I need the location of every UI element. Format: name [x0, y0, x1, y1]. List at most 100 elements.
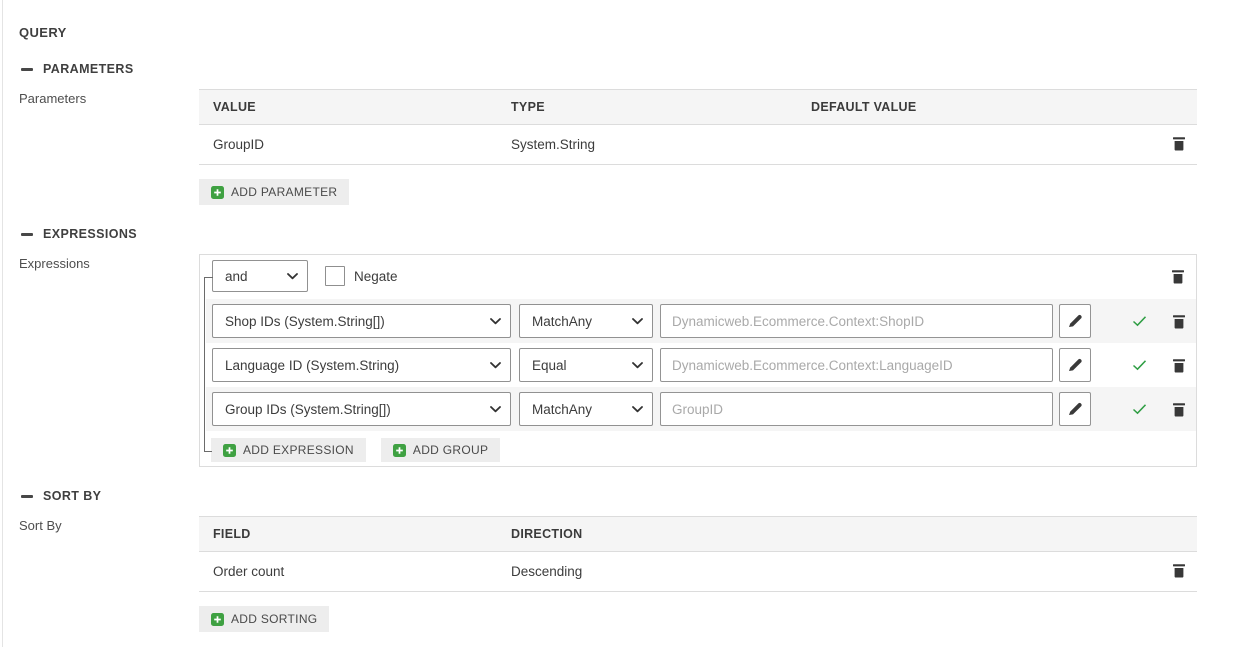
delete-expression-button[interactable] — [1172, 313, 1186, 329]
parameter-row: GroupID System.String — [199, 125, 1197, 165]
sortby-side-label: Sort By — [3, 516, 199, 632]
add-sorting-button[interactable]: ADD SORTING — [199, 606, 329, 632]
edit-value-button[interactable] — [1059, 348, 1091, 382]
column-header-actions — [1147, 90, 1197, 125]
sortby-table-header-row: FIELD DIRECTION — [199, 517, 1197, 552]
expression-operator-select[interactable]: MatchAny — [519, 392, 653, 426]
expressions-side-label: Expressions — [3, 254, 199, 467]
sortby-table: FIELD DIRECTION Order count Descending — [199, 516, 1197, 592]
trash-icon — [1172, 313, 1186, 329]
trash-icon — [1172, 562, 1186, 578]
expression-value-input[interactable] — [660, 348, 1053, 382]
add-sorting-label: ADD SORTING — [231, 612, 317, 626]
column-header-default-value: DEFAULT VALUE — [797, 90, 1147, 125]
trash-icon — [1172, 135, 1186, 151]
chevron-down-icon — [490, 362, 501, 369]
expression-operator-select[interactable]: MatchAny — [519, 304, 653, 338]
delete-group-button[interactable] — [1171, 268, 1185, 284]
parameters-section-title: PARAMETERS — [43, 62, 134, 76]
parameter-default-cell — [797, 125, 1147, 165]
expressions-section-header: EXPRESSIONS — [21, 227, 1234, 241]
plus-icon — [223, 444, 236, 457]
negate-checkbox[interactable] — [325, 266, 345, 286]
parameters-section-header: PARAMETERS — [21, 62, 1234, 76]
plus-icon — [393, 444, 406, 457]
expression-valid-indicator — [1132, 315, 1147, 327]
parameter-type-cell: System.String — [497, 125, 797, 165]
expression-operator-select[interactable]: Equal — [519, 348, 653, 382]
expression-field-value: Shop IDs (System.String[]) — [225, 314, 385, 329]
expression-group-panel: and Negate Shop IDs — [199, 254, 1197, 467]
expression-rows: Shop IDs (System.String[]) MatchAny — [200, 299, 1196, 431]
chevron-down-icon — [287, 273, 298, 280]
expression-field-select[interactable]: Group IDs (System.String[]) — [212, 392, 511, 426]
column-header-direction: DIRECTION — [497, 517, 1147, 552]
group-operator-value: and — [225, 269, 248, 284]
check-icon — [1132, 315, 1147, 327]
column-header-field: FIELD — [199, 517, 497, 552]
expression-field-select[interactable]: Language ID (System.String) — [212, 348, 511, 382]
column-header-value: VALUE — [199, 90, 497, 125]
chevron-down-icon — [490, 406, 501, 413]
pencil-icon — [1068, 402, 1082, 416]
expression-value-input[interactable] — [660, 304, 1053, 338]
add-group-label: ADD GROUP — [413, 443, 488, 457]
pencil-icon — [1068, 358, 1082, 372]
pencil-icon — [1068, 314, 1082, 328]
add-parameter-label: ADD PARAMETER — [231, 185, 337, 199]
sortby-section-header: SORT BY — [21, 489, 1234, 503]
page-title: QUERY — [19, 25, 1234, 40]
collapse-minus-icon[interactable] — [21, 495, 33, 498]
group-tree-line — [204, 277, 205, 451]
sortby-section-title: SORT BY — [43, 489, 101, 503]
expressions-section-title: EXPRESSIONS — [43, 227, 137, 241]
negate-label: Negate — [354, 269, 398, 284]
add-parameter-button[interactable]: ADD PARAMETER — [199, 179, 349, 205]
sorting-direction-cell: Descending — [497, 552, 1147, 592]
add-expression-button[interactable]: ADD EXPRESSION — [211, 438, 366, 462]
add-group-button[interactable]: ADD GROUP — [381, 438, 500, 462]
collapse-minus-icon[interactable] — [21, 233, 33, 236]
parameter-value-cell: GroupID — [199, 125, 497, 165]
expression-row: Shop IDs (System.String[]) MatchAny — [206, 299, 1196, 343]
trash-icon — [1171, 268, 1185, 284]
sorting-field-cell: Order count — [199, 552, 497, 592]
delete-parameter-button[interactable] — [1172, 135, 1186, 151]
check-icon — [1132, 359, 1147, 371]
group-tree-line — [204, 277, 213, 278]
expression-row: Group IDs (System.String[]) MatchAny — [206, 387, 1196, 431]
expression-valid-indicator — [1132, 359, 1147, 371]
delete-sorting-button[interactable] — [1172, 562, 1186, 578]
collapse-minus-icon[interactable] — [21, 68, 33, 71]
expression-valid-indicator — [1132, 403, 1147, 415]
delete-expression-button[interactable] — [1172, 401, 1186, 417]
plus-icon — [211, 613, 224, 626]
chevron-down-icon — [632, 362, 643, 369]
expression-field-select[interactable]: Shop IDs (System.String[]) — [212, 304, 511, 338]
trash-icon — [1172, 357, 1186, 373]
delete-expression-button[interactable] — [1172, 357, 1186, 373]
edit-value-button[interactable] — [1059, 392, 1091, 426]
expression-operator-value: Equal — [532, 358, 567, 373]
query-editor: QUERY PARAMETERS Parameters VALUE TYPE D… — [2, 0, 1234, 647]
group-operator-select[interactable]: and — [212, 260, 308, 292]
chevron-down-icon — [632, 406, 643, 413]
expression-add-row: ADD EXPRESSION ADD GROUP — [200, 431, 1196, 466]
sortby-section: Sort By FIELD DIRECTION Order count Desc… — [3, 516, 1234, 632]
parameters-section: Parameters VALUE TYPE DEFAULT VALUE Grou… — [3, 89, 1234, 205]
trash-icon — [1172, 401, 1186, 417]
check-icon — [1132, 403, 1147, 415]
expression-field-value: Group IDs (System.String[]) — [225, 402, 391, 417]
chevron-down-icon — [490, 318, 501, 325]
expression-row: Language ID (System.String) Equal — [206, 343, 1196, 387]
group-tree-line — [204, 451, 212, 452]
parameters-table-header-row: VALUE TYPE DEFAULT VALUE — [199, 90, 1197, 125]
column-header-actions — [1147, 517, 1197, 552]
parameters-side-label: Parameters — [3, 89, 199, 205]
parameters-table: VALUE TYPE DEFAULT VALUE GroupID System.… — [199, 89, 1197, 165]
edit-value-button[interactable] — [1059, 304, 1091, 338]
expression-operator-value: MatchAny — [532, 402, 592, 417]
group-operator-row: and Negate — [200, 255, 1196, 292]
expression-value-input[interactable] — [660, 392, 1053, 426]
expressions-section: Expressions and Negate — [3, 254, 1234, 467]
